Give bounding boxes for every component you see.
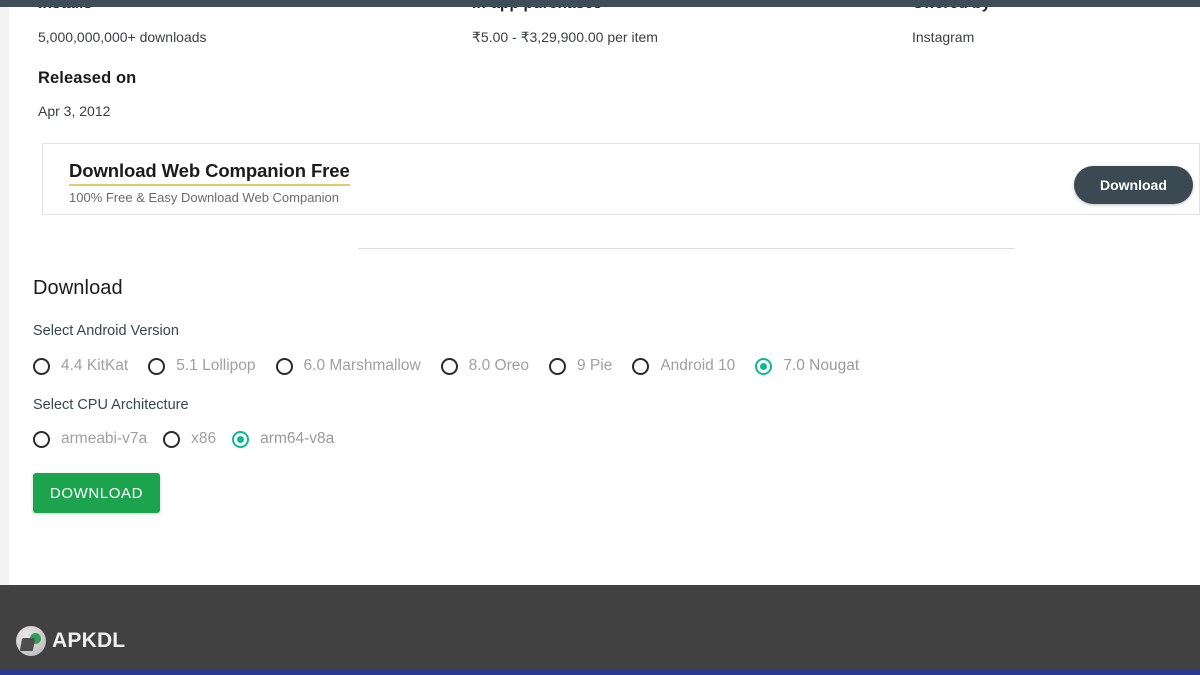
android-version-option-2[interactable]: 6.0 Marshmallow [275,357,421,375]
site-footer: APKDL QUICK LINKS HELP & SUPPORT All typ… [0,585,1200,669]
radio-unselected-icon[interactable] [33,430,50,448]
select-cpu-architecture-label: Select CPU Architecture [33,397,189,413]
radio-unselected-icon[interactable] [33,357,50,375]
radio-unselected-icon[interactable] [163,430,181,448]
radio-selected-icon[interactable] [232,430,250,448]
android-version-option-3[interactable]: 8.0 Oreo [440,357,529,375]
android-version-label: 9 Pie [576,357,613,374]
section-divider [358,248,1015,249]
download-section: Download Select Android Version 4.4 KitK… [33,277,859,513]
bottom-browser-bar [0,669,1200,675]
info-column-in-app-purchases: In-app purchases ₹5.00 - ₹3,29,900.00 pe… [472,7,658,46]
select-android-version-label: Select Android Version [33,323,179,339]
info-label-installs: Installs [38,7,207,13]
android-version-label: 5.1 Lollipop [176,357,256,374]
cpu-architecture-option-0[interactable]: armeabi-v7a [33,430,147,448]
info-label-in-app-purchases: In-app purchases [472,7,658,13]
android-version-label: 4.4 KitKat [61,357,129,374]
footer-brand[interactable]: APKDL [16,626,125,656]
top-header-strip [0,0,1200,7]
info-column-offered-by: Offered by Instagram [912,7,991,45]
cpu-architecture-radio-group[interactable]: armeabi-v7a x86 arm64-v8a [33,430,859,448]
cpu-architecture-label: x86 [191,430,217,447]
android-version-option-5[interactable]: Android 10 [632,357,735,375]
info-value-installs: 5,000,000,000+ downloads [38,29,207,45]
radio-unselected-icon[interactable] [632,357,650,375]
info-value-offered-by: Instagram [912,29,975,45]
info-value-in-app-purchases: ₹5.00 - ₹3,29,900.00 per item [472,29,658,45]
android-version-option-6[interactable]: 7.0 Nougat [755,357,859,375]
ad-subtitle: 100% Free & Easy Download Web Companion [69,190,340,205]
android-version-option-0[interactable]: 4.4 KitKat [33,357,128,375]
android-version-option-4[interactable]: 9 Pie [548,357,613,375]
cpu-architecture-option-1[interactable]: x86 [163,430,216,448]
cpu-architecture-label: arm64-v8a [260,430,335,447]
info-label-offered-by: Offered by [912,7,991,13]
cpu-architecture-option-2[interactable]: arm64-v8a [232,430,334,448]
released-on-date: Apr 3, 2012 [38,103,111,119]
sponsored-ad-box[interactable]: Download Web Companion Free 100% Free & … [42,143,1200,215]
radio-selected-icon[interactable] [755,357,773,375]
ad-title-link[interactable]: Download Web Companion Free [69,160,350,186]
released-on-title: Released on [38,69,137,87]
page-content-card: Installs 5,000,000,000+ downloads In-app… [9,7,1200,585]
android-version-label: 6.0 Marshmallow [303,357,421,374]
android-version-label: 7.0 Nougat [783,357,860,374]
footer-wordmark: APKDL [52,629,126,652]
radio-unselected-icon[interactable] [275,357,293,375]
radio-unselected-icon[interactable] [548,357,566,375]
cpu-architecture-label: armeabi-v7a [61,430,148,447]
page-left-gutter [0,7,9,585]
app-info-row: Installs 5,000,000,000+ downloads In-app… [9,7,1200,55]
android-version-label: 8.0 Oreo [468,357,529,374]
apkdl-logo-icon [16,626,46,656]
page-screen: Installs 5,000,000,000+ downloads In-app… [0,0,1200,675]
android-version-option-1[interactable]: 5.1 Lollipop [148,357,256,375]
radio-unselected-icon[interactable] [440,357,458,375]
android-version-radio-group[interactable]: 4.4 KitKat 5.1 Lollipop 6.0 Marshmallow 8.0… [33,357,859,375]
radio-unselected-icon[interactable] [148,357,166,375]
info-column-installs: Installs 5,000,000,000+ downloads [38,7,207,45]
released-on-block: Released on Apr 3, 2012 [38,69,136,119]
android-version-label: Android 10 [660,357,736,374]
download-heading: Download [33,277,123,299]
download-button[interactable]: DOWNLOAD [33,473,160,513]
ad-download-button[interactable]: Download [1074,166,1193,204]
